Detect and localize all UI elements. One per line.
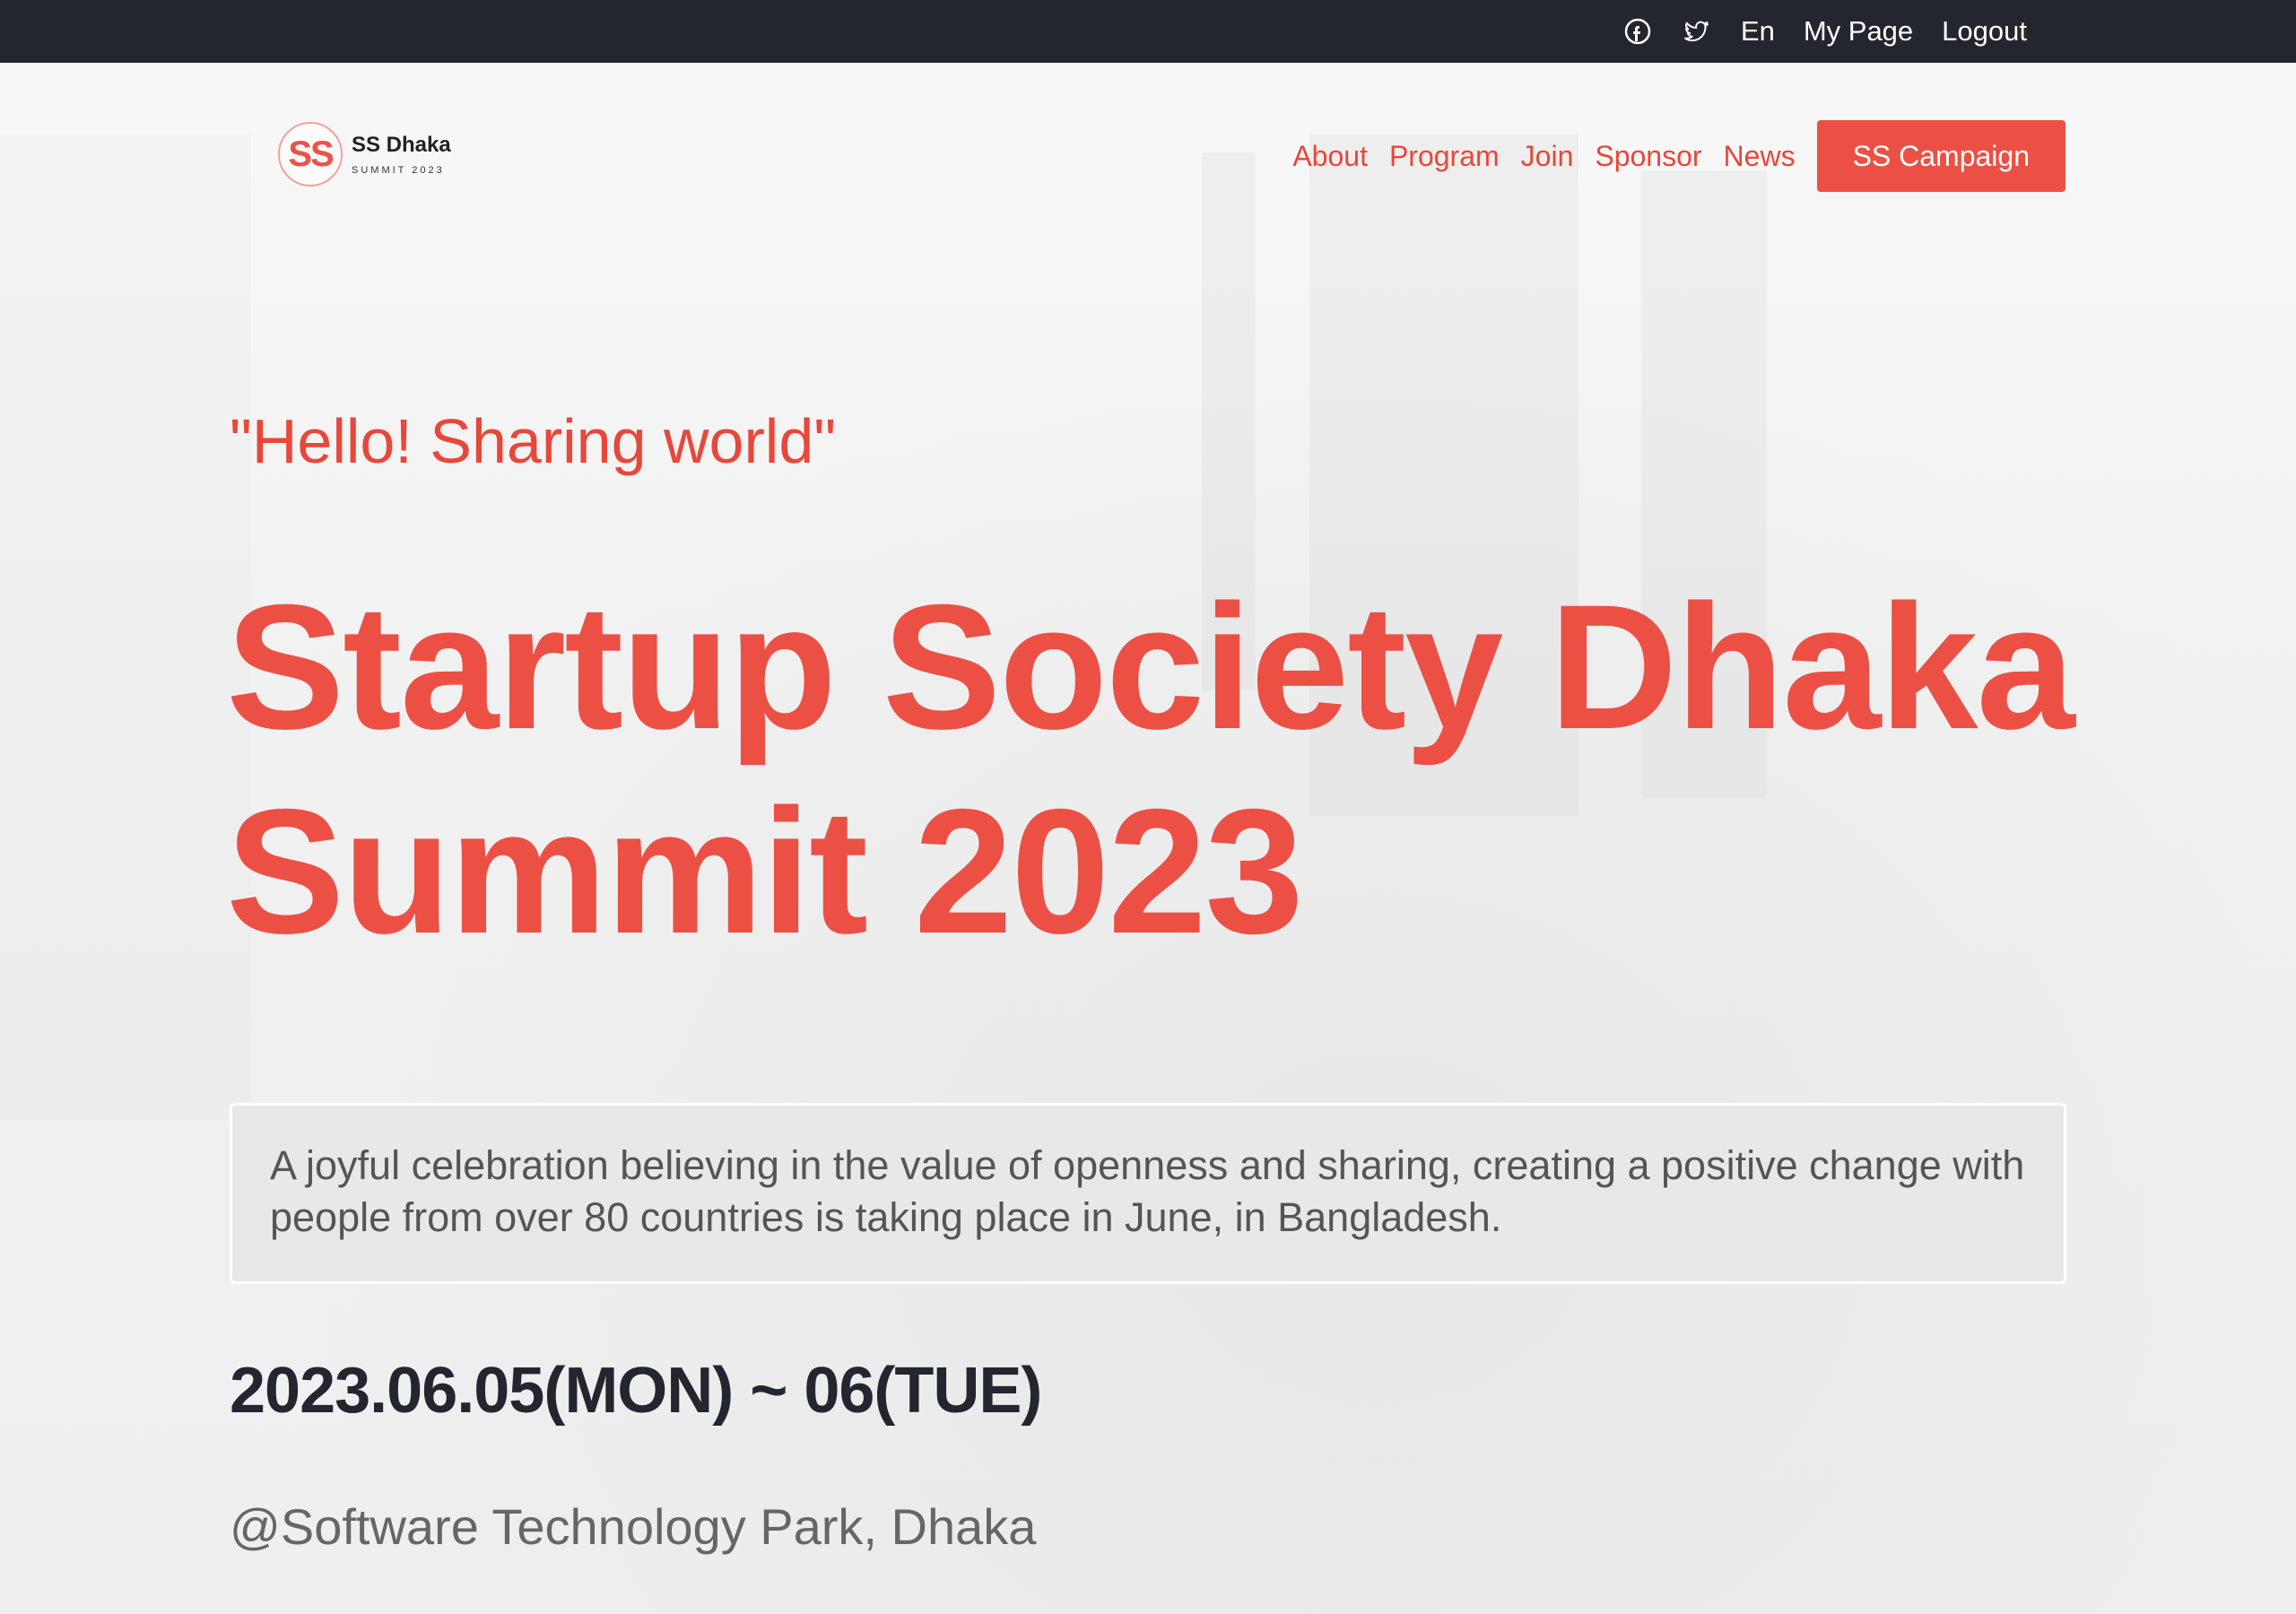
language-toggle[interactable]: En	[1741, 15, 1775, 48]
event-date: 2023.06.05(MON) ~ 06(TUE)	[230, 1355, 1042, 1427]
ss-campaign-button[interactable]: SS Campaign	[1816, 120, 2066, 192]
background-pillar	[0, 134, 251, 1121]
nav-item-about[interactable]: About	[1292, 140, 1368, 173]
hero-title: Startup Society Dhaka Summit 2023	[226, 565, 2109, 974]
logo-subtitle: SUMMIT 2023	[352, 165, 445, 176]
my-page-link[interactable]: My Page	[1804, 15, 1913, 48]
nav-item-sponsor[interactable]: Sponsor	[1595, 140, 1701, 173]
logout-link[interactable]: Logout	[1942, 15, 2027, 48]
nav-item-program[interactable]: Program	[1389, 140, 1500, 173]
main-nav: About Program Join Sponsor News SS Campa…	[1292, 120, 2066, 192]
hero-section: SS SS Dhaka SUMMIT 2023 About Program Jo…	[0, 63, 2296, 1614]
hero-title-line-1: Startup Society Dhaka	[226, 568, 2075, 766]
event-venue: @Software Technology Park, Dhaka	[230, 1498, 1037, 1555]
top-bar-links: En My Page Logout	[1622, 0, 2027, 63]
hero-tagline: "Hello! Sharing world"	[230, 406, 837, 476]
nav-item-news[interactable]: News	[1724, 140, 1796, 173]
nav-item-join[interactable]: Join	[1521, 140, 1574, 173]
hero-description: A joyful celebration believing in the va…	[230, 1103, 2066, 1284]
top-bar: En My Page Logout	[0, 0, 2296, 63]
site-logo[interactable]: SS SS Dhaka SUMMIT 2023	[278, 118, 451, 190]
hero-title-line-2: Summit 2023	[226, 772, 1304, 970]
twitter-icon[interactable]	[1682, 16, 1712, 47]
logo-name: SS Dhaka	[352, 133, 451, 157]
logo-mark: SS	[278, 122, 343, 187]
facebook-icon[interactable]	[1622, 16, 1653, 47]
